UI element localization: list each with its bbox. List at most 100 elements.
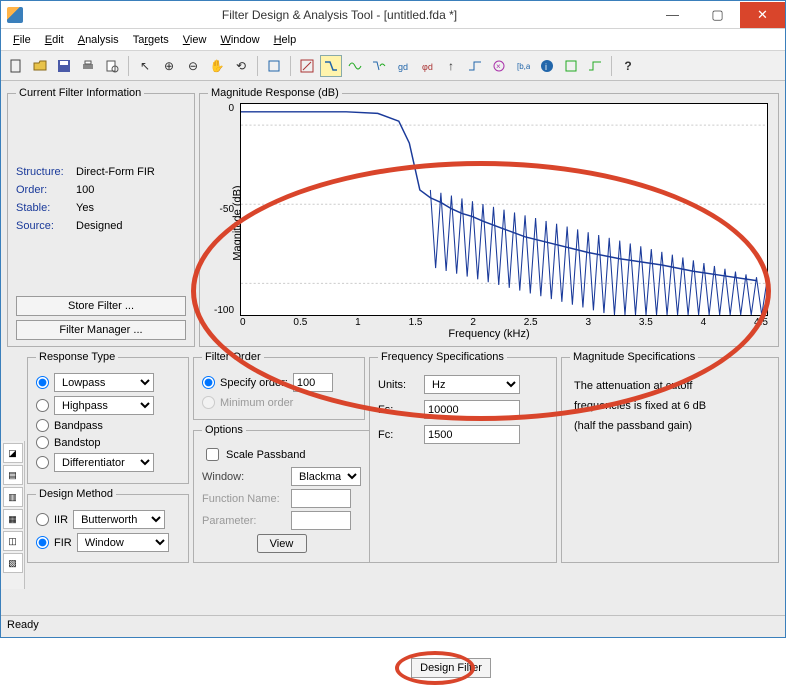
menu-window[interactable]: Window (214, 32, 265, 48)
plot-legend: Magnitude Response (dB) (208, 87, 342, 99)
pole-zero-icon[interactable]: × (488, 55, 510, 77)
highpass-select[interactable]: Highpass (54, 396, 154, 415)
current-filter-info-panel: Current Filter Information Structure:Dir… (7, 87, 195, 347)
side-icon-1[interactable]: ◪ (3, 443, 23, 463)
step-icon[interactable] (464, 55, 486, 77)
fir-radio[interactable] (36, 536, 49, 549)
order-value: 100 (76, 184, 94, 196)
app-icon (7, 7, 23, 23)
options-panel: Options Scale Passband Window:Blackman F… (193, 424, 370, 563)
titlebar: Filter Design & Analysis Tool - [untitle… (1, 1, 785, 29)
status-bar: Ready (1, 615, 785, 637)
source-value: Designed (76, 220, 122, 232)
parameter-input (291, 511, 351, 530)
side-icon-6[interactable]: ▧ (3, 553, 23, 573)
plot-xlabel: Frequency (kHz) (448, 328, 529, 340)
response-type-panel: Response Type Lowpass Highpass Bandpass … (27, 351, 189, 484)
differentiator-radio[interactable] (36, 456, 49, 469)
iir-radio[interactable] (36, 513, 49, 526)
svg-text:×: × (496, 62, 501, 71)
fir-select[interactable]: Window (77, 533, 169, 552)
coefficients-icon[interactable]: [b,a] (512, 55, 534, 77)
lowpass-select[interactable]: Lowpass (54, 373, 154, 392)
menubar: File Edit Analysis Targets View Window H… (1, 29, 785, 51)
design-filter-button[interactable]: Design Filter (411, 658, 491, 678)
scale-passband-checkbox[interactable] (206, 448, 219, 461)
magnitude-icon[interactable] (320, 55, 342, 77)
svg-text:i: i (545, 62, 547, 72)
phase-icon[interactable] (344, 55, 366, 77)
print-icon[interactable] (77, 55, 99, 77)
filter-manager-button[interactable]: Filter Manager ... (16, 320, 186, 340)
round-icon[interactable] (584, 55, 606, 77)
side-icon-2[interactable]: ▤ (3, 465, 23, 485)
group-delay-icon[interactable]: gd (392, 55, 414, 77)
bandstop-radio[interactable] (36, 436, 49, 449)
menu-edit[interactable]: Edit (39, 32, 70, 48)
units-select[interactable]: Hz (424, 375, 520, 394)
save-icon[interactable] (53, 55, 75, 77)
filter-info-legend: Current Filter Information (16, 87, 144, 99)
order-label: Order: (16, 184, 76, 196)
menu-help[interactable]: Help (268, 32, 303, 48)
zoom-out-icon[interactable]: ⊖ (182, 55, 204, 77)
plot-yticks: 0 -50 -100 (214, 103, 234, 316)
pointer-icon[interactable]: ↖ (134, 55, 156, 77)
zoom-full-icon[interactable]: ⟲ (230, 55, 252, 77)
menu-analysis[interactable]: Analysis (72, 32, 125, 48)
store-filter-button[interactable]: Store Filter ... (16, 296, 186, 316)
bandpass-radio[interactable] (36, 419, 49, 432)
function-name-input (291, 489, 351, 508)
maximize-button[interactable]: ▢ (695, 2, 740, 28)
magnitude-spec-panel: Magnitude Specifications The attenuation… (561, 351, 779, 563)
plot-area (240, 103, 768, 316)
stable-label: Stable: (16, 202, 76, 214)
design-method-panel: Design Method IIRButterworth FIRWindow (27, 488, 189, 563)
zoom-in-icon[interactable]: ⊕ (158, 55, 180, 77)
status-text: Ready (7, 619, 39, 631)
side-icon-4[interactable]: ▦ (3, 509, 23, 529)
fc-input[interactable] (424, 425, 520, 444)
menu-file[interactable]: File (7, 32, 37, 48)
structure-label: Structure: (16, 166, 76, 178)
side-icon-5[interactable]: ◫ (3, 531, 23, 551)
window-title: Filter Design & Analysis Tool - [untitle… (29, 8, 650, 22)
window-select[interactable]: Blackman (291, 467, 361, 486)
minimize-button[interactable]: — (650, 2, 695, 28)
print-preview-icon[interactable] (101, 55, 123, 77)
svg-text:φd: φd (422, 62, 433, 72)
magnitude-spec-icon[interactable] (560, 55, 582, 77)
side-toolbar: ◪ ▤ ▥ ▦ ◫ ▧ (1, 441, 25, 589)
specify-order-radio[interactable] (202, 376, 215, 389)
differentiator-select[interactable]: Differentiator (54, 453, 154, 472)
toolbar: ↖ ⊕ ⊖ ✋ ⟲ gd φd ↑ × [b,a] i ? (1, 51, 785, 81)
info-icon[interactable]: i (536, 55, 558, 77)
fs-input[interactable] (424, 400, 520, 419)
view-button[interactable]: View (257, 534, 307, 553)
impulse-icon[interactable]: ↑ (440, 55, 462, 77)
highpass-radio[interactable] (36, 399, 49, 412)
structure-value: Direct-Form FIR (76, 166, 155, 178)
specify-order-input[interactable] (293, 373, 333, 392)
help-icon[interactable]: ? (617, 55, 639, 77)
filter-specs-icon[interactable] (296, 55, 318, 77)
menu-targets[interactable]: Targets (127, 32, 175, 48)
magnitude-response-panel: Magnitude Response (dB) Magnitude (dB) 0… (199, 87, 779, 347)
menu-view[interactable]: View (177, 32, 213, 48)
pan-icon[interactable]: ✋ (206, 55, 228, 77)
close-button[interactable]: ✕ (740, 2, 785, 28)
svg-text:gd: gd (398, 62, 408, 72)
iir-select[interactable]: Butterworth (73, 510, 165, 529)
side-icon-3[interactable]: ▥ (3, 487, 23, 507)
undo-icon[interactable] (263, 55, 285, 77)
phase-delay-icon[interactable]: φd (416, 55, 438, 77)
new-icon[interactable] (5, 55, 27, 77)
plot-xticks: 0 0.5 1 1.5 2 2.5 3 3.5 4 4.5 (240, 317, 768, 328)
svg-text:[b,a]: [b,a] (517, 62, 530, 71)
minimum-order-radio (202, 396, 215, 409)
open-icon[interactable] (29, 55, 51, 77)
source-label: Source: (16, 220, 76, 232)
lowpass-radio[interactable] (36, 376, 49, 389)
filter-order-panel: Filter Order Specify order: Minimum orde… (193, 351, 365, 420)
magphase-icon[interactable] (368, 55, 390, 77)
